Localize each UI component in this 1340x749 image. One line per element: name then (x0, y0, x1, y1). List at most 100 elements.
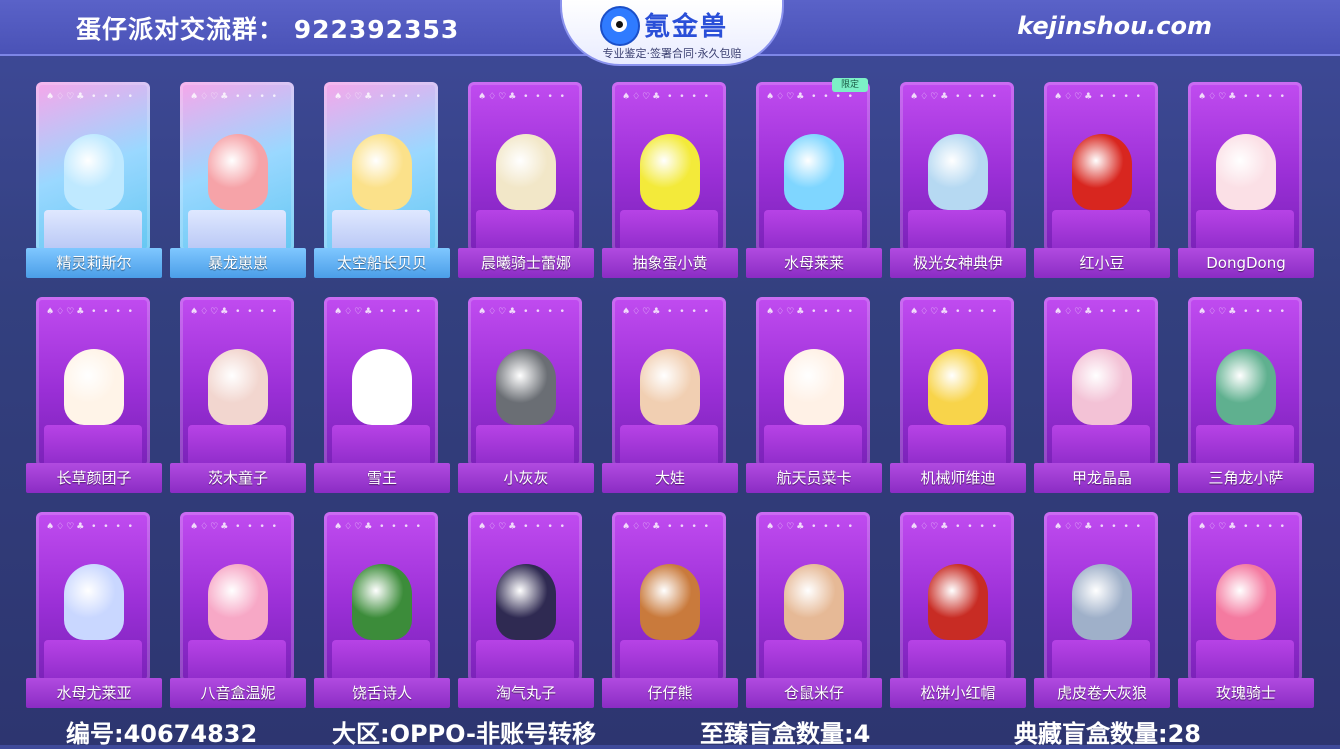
skin-card[interactable]: ♠♢♡♣ • • • • 甲龙晶晶 (1034, 293, 1170, 495)
skin-name-label: 红小豆 (1034, 248, 1170, 278)
skin-card[interactable]: ♠♢♡♣ • • • • 饶舌诗人 (314, 508, 450, 710)
region-info: 大区:OPPO-非账号转移 (332, 720, 596, 748)
display-platform (332, 640, 430, 682)
skin-card[interactable]: ♠♢♡♣ • • • • 茨木童子 (170, 293, 306, 495)
card-suits-decoration: ♠♢♡♣ • • • • (334, 307, 423, 317)
card-suits-decoration: ♠♢♡♣ • • • • (1198, 307, 1287, 317)
display-platform (1052, 425, 1150, 467)
skin-card[interactable]: ♠♢♡♣ • • • • 仓鼠米仔 (746, 508, 882, 710)
skin-card[interactable]: ♠♢♡♣ • • • • 精灵莉斯尔 (26, 78, 162, 280)
skin-card[interactable]: ♠♢♡♣ • • • • 太空船长贝贝 (314, 78, 450, 280)
site-url: kejinshou.com (1017, 12, 1212, 40)
skin-name-label: 淘气丸子 (458, 678, 594, 708)
card-suits-decoration: ♠♢♡♣ • • • • (1054, 522, 1143, 532)
skin-card[interactable]: ♠♢♡♣ • • • • 水母尤莱亚 (26, 508, 162, 710)
card-suits-decoration: ♠♢♡♣ • • • • (910, 522, 999, 532)
display-platform (908, 425, 1006, 467)
character-figure (352, 349, 412, 425)
skin-card[interactable]: ♠♢♡♣ • • • • 限定水母莱莱 (746, 78, 882, 280)
limited-badge: 限定 (832, 78, 868, 92)
card-suits-decoration: ♠♢♡♣ • • • • (910, 307, 999, 317)
character-figure (640, 134, 700, 210)
skin-card[interactable]: ♠♢♡♣ • • • • 极光女神典伊 (890, 78, 1026, 280)
skin-card[interactable]: ♠♢♡♣ • • • • 红小豆 (1034, 78, 1170, 280)
card-suits-decoration: ♠♢♡♣ • • • • (190, 92, 279, 102)
skin-card[interactable]: ♠♢♡♣ • • • • 晨曦骑士蕾娜 (458, 78, 594, 280)
skin-card[interactable]: ♠♢♡♣ • • • • 机械师维迪 (890, 293, 1026, 495)
skin-name-label: 机械师维迪 (890, 463, 1026, 493)
skin-card[interactable]: ♠♢♡♣ • • • • 淘气丸子 (458, 508, 594, 710)
display-platform (620, 425, 718, 467)
display-platform (764, 210, 862, 252)
character-figure (1072, 564, 1132, 640)
skin-name-label: 精灵莉斯尔 (26, 248, 162, 278)
skin-name-label: 大娃 (602, 463, 738, 493)
skin-card[interactable]: ♠♢♡♣ • • • • 松饼小红帽 (890, 508, 1026, 710)
character-figure (64, 349, 124, 425)
character-figure (352, 564, 412, 640)
character-figure (784, 134, 844, 210)
skin-name-label: 水母尤莱亚 (26, 678, 162, 708)
card-suits-decoration: ♠♢♡♣ • • • • (46, 92, 135, 102)
skin-card[interactable]: ♠♢♡♣ • • • • 仔仔熊 (602, 508, 738, 710)
skin-card[interactable]: ♠♢♡♣ • • • • 抽象蛋小黄 (602, 78, 738, 280)
skin-card[interactable]: ♠♢♡♣ • • • • 航天员菜卡 (746, 293, 882, 495)
skin-name-label: 极光女神典伊 (890, 248, 1026, 278)
skin-name-label: 三角龙小萨 (1178, 463, 1314, 493)
card-suits-decoration: ♠♢♡♣ • • • • (766, 92, 855, 102)
mascot-icon (600, 6, 640, 46)
display-platform (1052, 210, 1150, 252)
display-platform (44, 425, 142, 467)
display-platform (620, 640, 718, 682)
character-figure (64, 134, 124, 210)
card-suits-decoration: ♠♢♡♣ • • • • (1054, 92, 1143, 102)
character-figure (352, 134, 412, 210)
skin-name-label: 抽象蛋小黄 (602, 248, 738, 278)
skin-name-label: 水母莱莱 (746, 248, 882, 278)
skin-card[interactable]: ♠♢♡♣ • • • • DongDong (1178, 78, 1314, 280)
character-figure (784, 564, 844, 640)
skin-card[interactable]: ♠♢♡♣ • • • • 三角龙小萨 (1178, 293, 1314, 495)
account-info-bar: 编号:40674832 大区:OPPO-非账号转移 至臻盲盒数量:4 典藏盲盒数… (0, 712, 1340, 748)
card-suits-decoration: ♠♢♡♣ • • • • (910, 92, 999, 102)
display-platform (44, 210, 142, 252)
skin-name-label: 八音盒温妮 (170, 678, 306, 708)
display-platform (1052, 640, 1150, 682)
card-suits-decoration: ♠♢♡♣ • • • • (334, 522, 423, 532)
skin-card[interactable]: ♠♢♡♣ • • • • 玫瑰骑士 (1178, 508, 1314, 710)
character-figure (1216, 134, 1276, 210)
skin-card[interactable]: ♠♢♡♣ • • • • 八音盒温妮 (170, 508, 306, 710)
character-figure (928, 564, 988, 640)
skin-name-label: 玫瑰骑士 (1178, 678, 1314, 708)
display-platform (332, 425, 430, 467)
display-platform (476, 210, 574, 252)
skin-card[interactable]: ♠♢♡♣ • • • • 大娃 (602, 293, 738, 495)
skin-card[interactable]: ♠♢♡♣ • • • • 长草颜团子 (26, 293, 162, 495)
display-platform (188, 210, 286, 252)
character-figure (496, 564, 556, 640)
card-suits-decoration: ♠♢♡♣ • • • • (46, 522, 135, 532)
skin-card[interactable]: ♠♢♡♣ • • • • 虎皮卷大灰狼 (1034, 508, 1170, 710)
card-suits-decoration: ♠♢♡♣ • • • • (190, 522, 279, 532)
skin-card[interactable]: ♠♢♡♣ • • • • 雪王 (314, 293, 450, 495)
card-suits-decoration: ♠♢♡♣ • • • • (1054, 307, 1143, 317)
card-suits-decoration: ♠♢♡♣ • • • • (766, 522, 855, 532)
card-suits-decoration: ♠♢♡♣ • • • • (478, 92, 567, 102)
skin-name-label: DongDong (1178, 248, 1314, 278)
card-suits-decoration: ♠♢♡♣ • • • • (622, 307, 711, 317)
card-suits-decoration: ♠♢♡♣ • • • • (1198, 92, 1287, 102)
logo-title: 氪金兽 (644, 12, 729, 42)
skin-card[interactable]: ♠♢♡♣ • • • • 暴龙崽崽 (170, 78, 306, 280)
skin-name-label: 仔仔熊 (602, 678, 738, 708)
display-platform (476, 425, 574, 467)
character-figure (496, 134, 556, 210)
character-figure (208, 134, 268, 210)
display-platform (1196, 640, 1294, 682)
card-suits-decoration: ♠♢♡♣ • • • • (622, 92, 711, 102)
skin-name-label: 茨木童子 (170, 463, 306, 493)
character-figure (1216, 349, 1276, 425)
card-suits-decoration: ♠♢♡♣ • • • • (478, 307, 567, 317)
display-platform (44, 640, 142, 682)
skin-card[interactable]: ♠♢♡♣ • • • • 小灰灰 (458, 293, 594, 495)
character-figure (928, 134, 988, 210)
